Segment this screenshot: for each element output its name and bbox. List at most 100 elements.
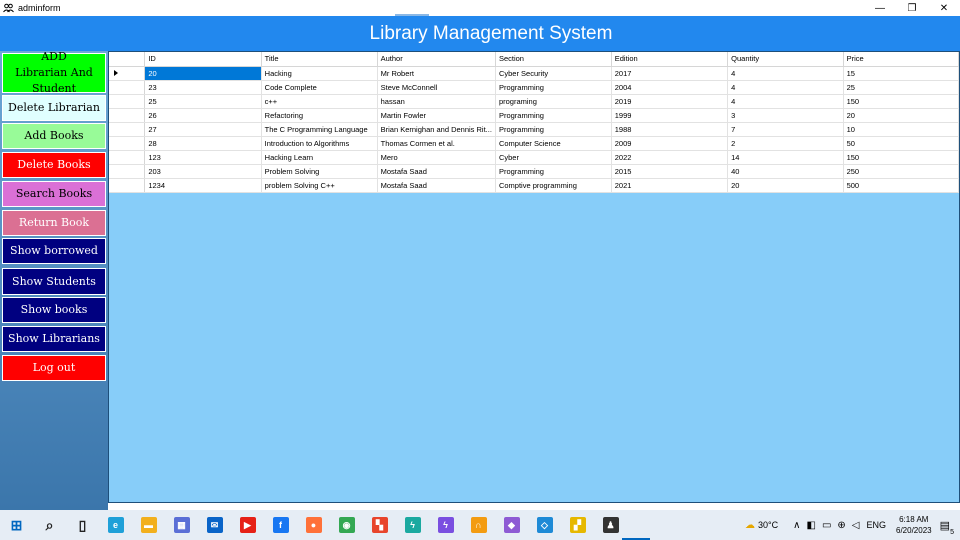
- table-cell[interactable]: 2: [727, 136, 844, 151]
- table-cell[interactable]: Programming: [495, 164, 612, 179]
- return-book-button[interactable]: Return Book: [2, 210, 106, 236]
- table-cell[interactable]: Thomas Cormen et al.: [377, 136, 496, 151]
- restore-button[interactable]: ❐: [896, 0, 928, 16]
- windows-start-icon[interactable]: ⊞: [0, 510, 33, 540]
- table-cell[interactable]: Problem Solving: [261, 164, 378, 179]
- table-cell[interactable]: 25: [144, 94, 262, 109]
- table-cell[interactable]: Mr Robert: [377, 66, 496, 81]
- table-row[interactable]: 27 The C Programming Language Brian Kern…: [109, 122, 960, 137]
- table-cell[interactable]: 23: [144, 80, 262, 95]
- notifications-icon[interactable]: ▤ 5: [940, 519, 954, 536]
- task-view-icon[interactable]: ▯: [66, 510, 99, 540]
- table-cell[interactable]: Cyber Security: [495, 66, 612, 81]
- camera-icon[interactable]: ◧: [806, 520, 815, 531]
- table-row[interactable]: 203 Problem Solving Mostafa Saad Program…: [109, 164, 960, 179]
- table-cell[interactable]: 50: [843, 136, 960, 151]
- table-row[interactable]: 1234 problem Solving C++ Mostafa Saad Co…: [109, 178, 960, 193]
- table-cell[interactable]: Code Complete: [261, 80, 378, 95]
- table-cell[interactable]: Introduction to Algorithms: [261, 136, 378, 151]
- table-cell[interactable]: 203: [144, 164, 262, 179]
- weather-icon[interactable]: ☁: [745, 520, 755, 531]
- table-row[interactable]: 26 Refactoring Martin Fowler Programming…: [109, 108, 960, 123]
- column-header-title[interactable]: Title: [261, 52, 378, 67]
- table-cell[interactable]: 4: [727, 80, 844, 95]
- vscode-icon[interactable]: ◇: [528, 510, 561, 540]
- row-header[interactable]: [109, 66, 146, 81]
- table-cell[interactable]: Hacking: [261, 66, 378, 81]
- table-cell[interactable]: 3: [727, 108, 844, 123]
- column-header-section[interactable]: Section: [495, 52, 612, 67]
- add-books-button[interactable]: Add Books: [2, 123, 106, 149]
- visual-studio-icon[interactable]: ◆: [495, 510, 528, 540]
- facebook-icon[interactable]: f: [264, 510, 297, 540]
- table-row[interactable]: 23 Code Complete Steve McConnell Program…: [109, 80, 960, 95]
- show-borrowed-button[interactable]: Show borrowed: [2, 238, 106, 264]
- table-cell[interactable]: The C Programming Language: [261, 122, 378, 137]
- mail-icon[interactable]: ✉: [198, 510, 231, 540]
- network-icon[interactable]: ⊕: [837, 520, 845, 531]
- table-cell[interactable]: 10: [843, 122, 960, 137]
- volume-icon[interactable]: ◁: [852, 520, 860, 531]
- table-cell[interactable]: 28: [144, 136, 262, 151]
- table-cell[interactable]: Cyber: [495, 150, 612, 165]
- table-cell[interactable]: 14: [727, 150, 844, 165]
- table-cell[interactable]: 4: [727, 94, 844, 109]
- table-cell[interactable]: 2015: [611, 164, 729, 179]
- table-row[interactable]: 25 c++ hassan programing 2019 4 150: [109, 94, 960, 109]
- table-cell[interactable]: 25: [843, 80, 960, 95]
- people-app-icon[interactable]: ♟: [594, 510, 627, 540]
- books-table[interactable]: ID Title Author Section Edition Quantity…: [109, 52, 960, 193]
- table-cell[interactable]: Refactoring: [261, 108, 378, 123]
- search-books-button[interactable]: Search Books: [2, 181, 106, 207]
- table-cell[interactable]: Mero: [377, 150, 496, 165]
- delete-books-button[interactable]: Delete Books: [2, 152, 106, 178]
- table-cell[interactable]: Mostafa Saad: [377, 178, 496, 193]
- add-librarian-student-button[interactable]: ADD Librarian And Student: [2, 50, 106, 95]
- table-cell[interactable]: Comptive programming: [495, 178, 612, 193]
- table-cell[interactable]: 2019: [611, 94, 729, 109]
- table-cell[interactable]: hassan: [377, 94, 496, 109]
- table-cell[interactable]: 40: [727, 164, 844, 179]
- table-cell[interactable]: Mostafa Saad: [377, 164, 496, 179]
- table-cell[interactable]: Martin Fowler: [377, 108, 496, 123]
- table-cell[interactable]: Programming: [495, 80, 612, 95]
- column-header-edition[interactable]: Edition: [611, 52, 729, 67]
- show-books-button[interactable]: Show books: [2, 297, 106, 323]
- table-row[interactable]: 20 Hacking Mr Robert Cyber Security 2017…: [109, 66, 960, 81]
- table-cell[interactable]: 2017: [611, 66, 729, 81]
- table-cell[interactable]: 15: [843, 66, 960, 81]
- row-header[interactable]: [109, 122, 146, 137]
- table-cell[interactable]: c++: [261, 94, 378, 109]
- arc-app-icon[interactable]: ∩: [462, 510, 495, 540]
- table-cell[interactable]: 7: [727, 122, 844, 137]
- minimize-button[interactable]: —: [864, 0, 896, 16]
- table-cell[interactable]: 20: [843, 108, 960, 123]
- table-cell[interactable]: Programming: [495, 122, 612, 137]
- search-icon[interactable]: ⌕: [33, 510, 66, 540]
- youtube-icon[interactable]: ▶: [231, 510, 264, 540]
- table-row[interactable]: 28 Introduction to Algorithms Thomas Cor…: [109, 136, 960, 151]
- table-cell[interactable]: 2022: [611, 150, 729, 165]
- table-cell[interactable]: Brian Kernighan and Dennis Rit...: [377, 122, 496, 137]
- table-cell[interactable]: problem Solving C++: [261, 178, 378, 193]
- clock[interactable]: 6:18 AM 6/20/2023: [896, 514, 932, 536]
- table-cell[interactable]: 2021: [611, 178, 729, 193]
- bolt-app-icon[interactable]: ϟ: [396, 510, 429, 540]
- table-cell[interactable]: 1234: [144, 178, 262, 193]
- table-cell[interactable]: 1988: [611, 122, 729, 137]
- close-button[interactable]: ✕: [928, 0, 960, 16]
- table-cell[interactable]: 1999: [611, 108, 729, 123]
- language-indicator[interactable]: ENG: [866, 520, 886, 530]
- column-header-author[interactable]: Author: [377, 52, 496, 67]
- table-cell[interactable]: 250: [843, 164, 960, 179]
- table-cell[interactable]: 20: [727, 178, 844, 193]
- table-cell[interactable]: 150: [843, 94, 960, 109]
- table-cell[interactable]: Computer Science: [495, 136, 612, 151]
- show-librarians-button[interactable]: Show Librarians: [2, 326, 106, 352]
- sticky-app-icon[interactable]: ▞: [561, 510, 594, 540]
- table-cell[interactable]: 2009: [611, 136, 729, 151]
- table-cell[interactable]: 500: [843, 178, 960, 193]
- delete-librarian-button[interactable]: Delete Librarian: [2, 95, 106, 121]
- show-students-button[interactable]: Show Students: [2, 268, 106, 295]
- table-cell[interactable]: 26: [144, 108, 262, 123]
